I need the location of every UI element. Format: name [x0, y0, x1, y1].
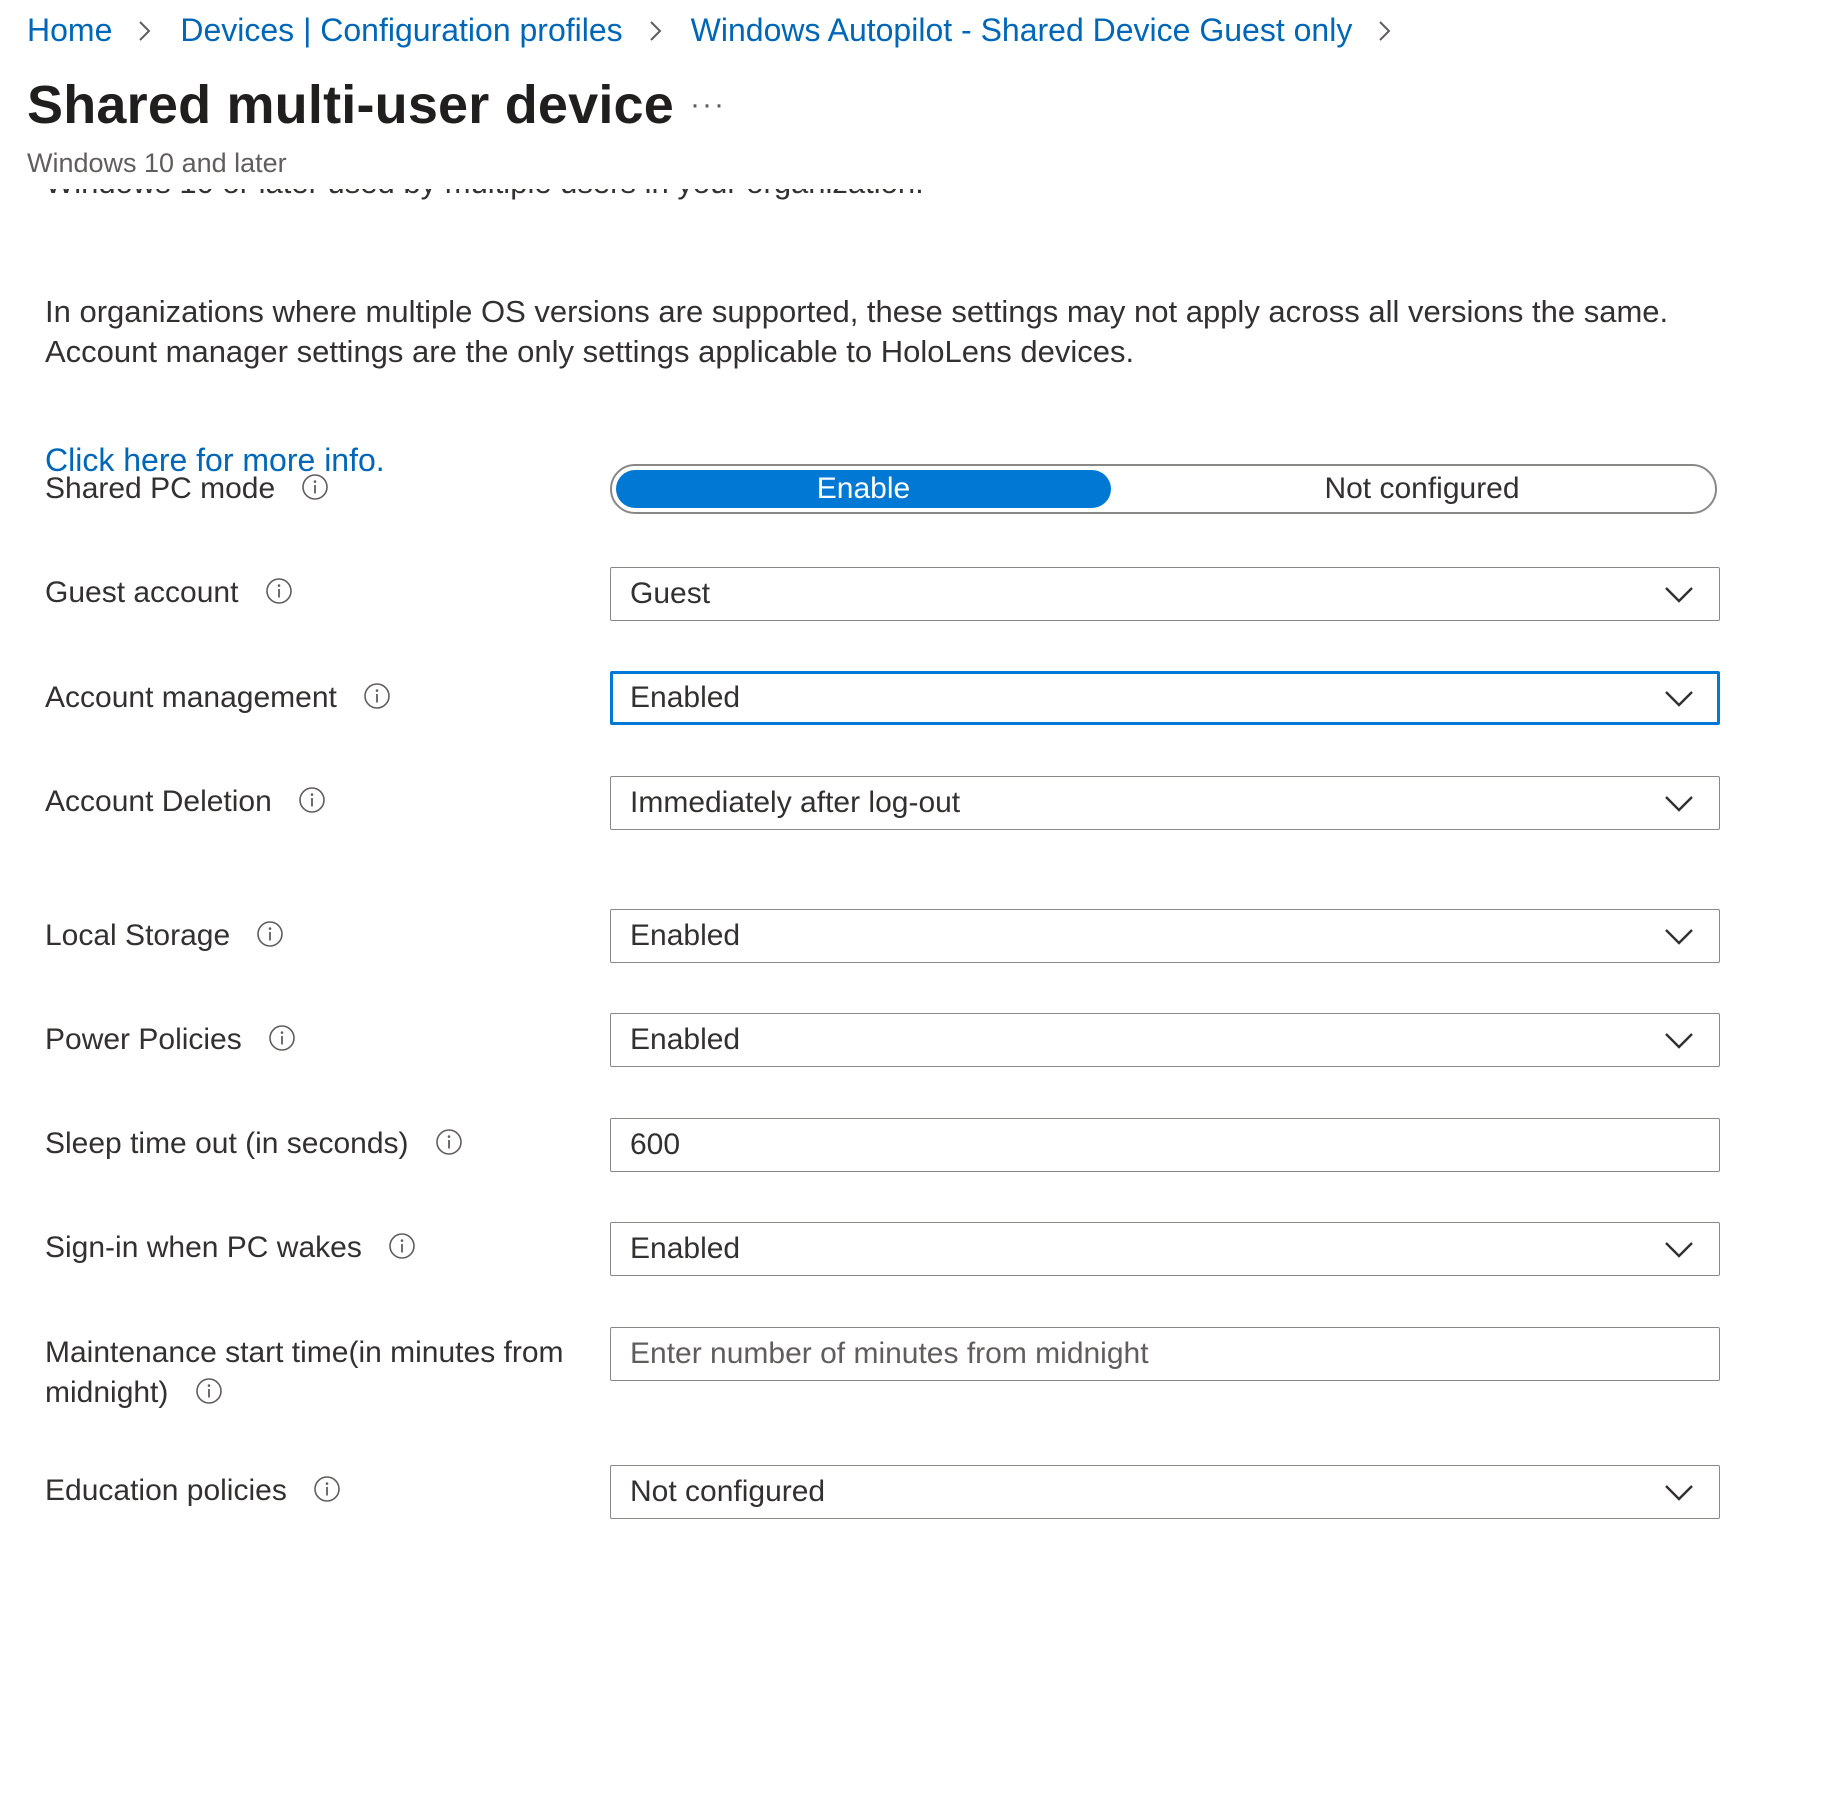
chevron-right-icon — [130, 17, 158, 45]
chevron-right-icon — [1370, 17, 1398, 45]
account-deletion-dropdown[interactable]: Immediately after log-out — [610, 776, 1720, 830]
maintenance-start-time-input[interactable] — [610, 1327, 1720, 1381]
info-icon[interactable] — [435, 1128, 463, 1156]
power-policies-label-text: Power Policies — [45, 1023, 242, 1056]
sign-in-when-pc-wakes-label: Sign-in when PC wakes — [45, 1228, 585, 1268]
education-policies-dropdown[interactable]: Not configured — [610, 1465, 1720, 1519]
breadcrumb-home[interactable]: Home — [27, 12, 112, 49]
page-subtitle: Windows 10 and later — [27, 148, 287, 178]
info-icon[interactable] — [268, 1024, 296, 1052]
toggle-option-not-configured[interactable]: Not configured — [1132, 470, 1712, 508]
education-policies-label-text: Education policies — [45, 1474, 287, 1507]
shared-pc-mode-toggle[interactable]: Enable Not configured — [610, 464, 1717, 514]
chevron-down-icon — [1663, 1235, 1695, 1263]
guest-account-label-text: Guest account — [45, 576, 239, 609]
local-storage-label-text: Local Storage — [45, 919, 231, 952]
breadcrumb-configuration-profiles[interactable]: Devices | Configuration profiles — [180, 12, 622, 49]
local-storage-dropdown[interactable]: Enabled — [610, 909, 1720, 963]
power-policies-value: Enabled — [630, 1023, 741, 1056]
account-management-value: Enabled — [630, 681, 741, 714]
breadcrumb: Home Devices | Configuration profiles Wi… — [27, 12, 1420, 49]
chevron-down-icon — [1663, 1478, 1695, 1506]
local-storage-label: Local Storage — [45, 916, 585, 956]
account-management-label-text: Account management — [45, 681, 337, 714]
guest-account-value: Guest — [630, 577, 711, 610]
maintenance-start-time-label-line-2: midnight) — [45, 1376, 169, 1409]
more-options-button[interactable]: ··· — [690, 88, 726, 122]
sign-in-when-pc-wakes-label-text: Sign-in when PC wakes — [45, 1231, 362, 1264]
settings-scroll-area[interactable]: Windows 10 or later used by multiple use… — [0, 189, 1842, 1810]
info-icon[interactable] — [298, 786, 326, 814]
local-storage-value: Enabled — [630, 919, 741, 952]
chevron-down-icon — [1663, 684, 1695, 712]
maintenance-start-time-label: Maintenance start time(in minutes from m… — [45, 1333, 585, 1413]
description: In organizations where multiple OS versi… — [45, 292, 1785, 372]
toggle-option-enable[interactable]: Enable — [616, 470, 1111, 508]
chevron-down-icon — [1663, 922, 1695, 950]
guest-account-label: Guest account — [45, 573, 585, 613]
account-deletion-value: Immediately after log-out — [630, 786, 961, 819]
description-partial-line: Windows 10 or later used by multiple use… — [45, 189, 924, 201]
education-policies-value: Not configured — [630, 1475, 826, 1508]
description-line-1: In organizations where multiple OS versi… — [45, 294, 1669, 329]
breadcrumb-autopilot-profile[interactable]: Windows Autopilot - Shared Device Guest … — [691, 12, 1353, 49]
chevron-down-icon — [1663, 789, 1695, 817]
account-deletion-label-text: Account Deletion — [45, 785, 272, 818]
sleep-time-out-label: Sleep time out (in seconds) — [45, 1124, 585, 1164]
chevron-down-icon — [1663, 1026, 1695, 1054]
account-management-label: Account management — [45, 678, 585, 718]
guest-account-dropdown[interactable]: Guest — [610, 567, 1720, 621]
education-policies-label: Education policies — [45, 1471, 585, 1511]
info-icon[interactable] — [256, 920, 284, 948]
shared-pc-mode-label-text: Shared PC mode — [45, 472, 276, 505]
chevron-right-icon — [641, 17, 669, 45]
maintenance-start-time-label-line-1: Maintenance start time(in minutes from — [45, 1336, 564, 1369]
description-line-2: Account manager settings are the only se… — [45, 334, 1135, 369]
info-icon[interactable] — [313, 1475, 341, 1503]
account-management-dropdown[interactable]: Enabled — [610, 671, 1720, 725]
sleep-time-out-label-text: Sleep time out (in seconds) — [45, 1127, 409, 1160]
power-policies-dropdown[interactable]: Enabled — [610, 1013, 1720, 1067]
account-deletion-label: Account Deletion — [45, 782, 585, 822]
chevron-down-icon — [1663, 580, 1695, 608]
info-icon[interactable] — [301, 473, 329, 501]
shared-pc-mode-label: Shared PC mode — [45, 469, 585, 509]
sign-in-when-pc-wakes-value: Enabled — [630, 1232, 741, 1265]
info-icon[interactable] — [265, 577, 293, 605]
page-title: Shared multi-user device — [27, 75, 675, 135]
sign-in-when-pc-wakes-dropdown[interactable]: Enabled — [610, 1222, 1720, 1276]
info-icon[interactable] — [363, 682, 391, 710]
power-policies-label: Power Policies — [45, 1020, 585, 1060]
info-icon[interactable] — [195, 1377, 223, 1405]
sleep-time-out-input[interactable] — [610, 1118, 1720, 1172]
info-icon[interactable] — [388, 1232, 416, 1260]
